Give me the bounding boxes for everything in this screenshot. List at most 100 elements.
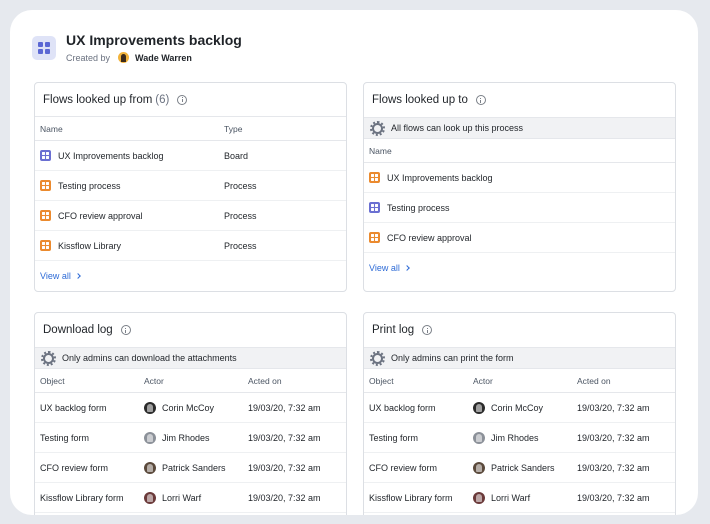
avatar (473, 401, 485, 414)
table-row[interactable]: UX backlog form Corin McCoy 19/03/20, 7:32… (35, 393, 346, 423)
flows-looked-up-to-panel: Flows looked up to All flows can look up… (363, 82, 676, 292)
flow-type: Board (224, 150, 249, 161)
flow-name-cell: UX Improvements backlog (40, 150, 224, 161)
notice-text: All flows can look up this process (391, 123, 524, 133)
table-row[interactable]: UX Improvements backlog Board (35, 141, 346, 171)
table-row[interactable]: Kissflow Library form Lorri Warf 19/03/20,… (35, 483, 346, 513)
table-row[interactable]: Testing form Jim Rhodes 19/03/20, 7:32 am (35, 423, 346, 453)
flow-name: UX Improvements backlog (387, 172, 493, 183)
column-name: Name (369, 145, 392, 156)
process-icon (40, 240, 51, 251)
view-all-label: View all (40, 271, 71, 281)
panel-title-text: Print log (372, 324, 415, 336)
table-header: Object Actor Acted on (364, 369, 675, 393)
view-all-link[interactable]: View all (35, 261, 346, 291)
acted-on-cell: 19/03/20, 7:32 am (577, 492, 650, 503)
flow-count: (6) (155, 93, 170, 106)
gear-icon (370, 120, 385, 136)
acted-on-cell: 19/03/20, 7:32 am (248, 402, 321, 413)
board-icon (40, 150, 51, 161)
object-cell: Kissflow Library form (40, 492, 124, 503)
info-icon[interactable] (475, 95, 486, 105)
panel-title: Flows looked up from (6) (35, 83, 346, 117)
info-icon[interactable] (422, 325, 433, 335)
process-icon (40, 180, 51, 191)
table-row[interactable]: CFO review form Patrick Sanders 19/03/20, … (35, 453, 346, 483)
acted-on-cell: 19/03/20, 7:32 am (248, 432, 321, 443)
info-icon[interactable] (120, 325, 131, 335)
flow-name-cell: Testing process (369, 202, 553, 213)
app-window: UX Improvements backlog Created by Wade … (10, 10, 698, 515)
table-row[interactable]: CFO review form Patrick Sanders 19/03/20, … (364, 453, 675, 483)
avatar (473, 431, 485, 444)
flows-looked-up-from-panel: Flows looked up from (6) Name Type UX Im… (34, 82, 347, 292)
actor-name: Lorri Warf (162, 492, 202, 503)
actor-cell: Corin McCoy (144, 401, 248, 414)
view-all-label: View all (369, 263, 400, 273)
table-header: Name Type (35, 117, 346, 141)
panel-title-text: Flows looked up to (372, 94, 468, 106)
download-log-panel: Download log Only admins can download th… (34, 312, 347, 515)
creator-name[interactable]: Wade Warren (135, 53, 192, 63)
acted-on-cell: 19/03/20, 7:32 am (577, 402, 650, 413)
created-by: Created by Wade Warren (66, 52, 242, 63)
actor-cell: Patrick Sanders (473, 461, 577, 474)
permission-notice: Only admins can print the form (364, 347, 675, 369)
table-row[interactable]: CFO review approval (364, 223, 675, 253)
acted-on-cell: 19/03/20, 7:32 am (248, 492, 321, 503)
actor-name: Corin McCoy (162, 402, 215, 413)
column-acted-on: Acted on (248, 375, 282, 386)
permission-notice: All flows can look up this process (364, 117, 675, 139)
table-row[interactable]: Testing process (364, 193, 675, 223)
table-row[interactable]: Testing form Jim Rhodes 19/03/20, 7:32 am (364, 423, 675, 453)
object-cell: Kissflow Library form (369, 492, 453, 503)
acted-on-cell: 19/03/20, 7:32 am (248, 462, 321, 473)
actor-name: Patrick Sanders (491, 462, 555, 473)
avatar (144, 491, 156, 504)
actor-cell: Corin McCoy (473, 401, 577, 414)
column-object: Object (369, 375, 394, 386)
created-by-label: Created by (66, 52, 111, 63)
avatar (144, 401, 156, 414)
avatar (144, 431, 156, 444)
panel-title: Download log (35, 313, 346, 347)
flow-type: Process (224, 180, 257, 191)
permission-notice: Only admins can download the attachments (35, 347, 346, 369)
table-row[interactable]: CFO review approval Process (35, 201, 346, 231)
avatar (473, 491, 485, 504)
actor-name: Corin McCoy (491, 402, 544, 413)
column-type: Type (224, 123, 243, 134)
print-log-panel: Print log Only admins can print the form… (363, 312, 676, 515)
flow-name: Kissflow Library (58, 240, 122, 251)
column-object: Object (40, 375, 65, 386)
actor-cell: Jim Rhodes (144, 431, 248, 444)
view-all-link[interactable]: View all (364, 253, 675, 283)
column-acted-on: Acted on (577, 375, 611, 386)
object-cell: UX backlog form (369, 402, 436, 413)
table-header: Name (364, 139, 675, 163)
acted-on-cell: 19/03/20, 7:32 am (577, 432, 650, 443)
flow-name: Testing process (58, 180, 121, 191)
notice-text: Only admins can download the attachments (62, 353, 237, 363)
table-row[interactable]: Testing process Process (35, 171, 346, 201)
chevron-right-icon (404, 265, 410, 271)
table-row[interactable]: UX backlog form Corin McCoy 19/03/20, 7:32… (364, 393, 675, 423)
info-icon[interactable] (177, 94, 188, 105)
actor-cell: Lorri Warf (473, 491, 577, 504)
object-cell: UX backlog form (40, 402, 107, 413)
table-row[interactable]: Kissflow Library form Lorri Warf 19/03/20,… (364, 483, 675, 513)
actor-cell: Patrick Sanders (144, 461, 248, 474)
avatar (118, 52, 130, 63)
table-row[interactable]: Kissflow Library Process (35, 231, 346, 261)
object-cell: Testing form (40, 432, 90, 443)
object-cell: CFO review form (369, 462, 438, 473)
gear-icon (370, 350, 385, 366)
notice-text: Only admins can print the form (391, 353, 514, 363)
table-row[interactable]: UX Improvements backlog (364, 163, 675, 193)
table-header: Object Actor Acted on (35, 369, 346, 393)
gear-icon (41, 350, 56, 366)
flow-name: CFO review approval (387, 232, 472, 243)
board-app-icon (32, 35, 56, 60)
column-actor: Actor (144, 375, 164, 386)
flow-name: Testing process (387, 202, 450, 213)
